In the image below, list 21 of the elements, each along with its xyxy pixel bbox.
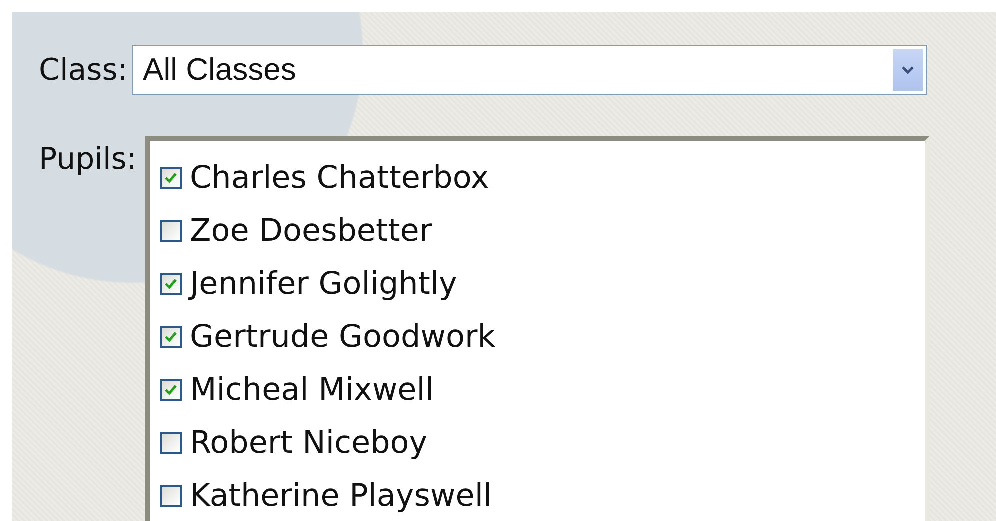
checkbox[interactable] (160, 326, 182, 348)
class-label: Class: (39, 52, 128, 88)
checkbox[interactable] (160, 378, 182, 400)
pupil-name[interactable]: Zoe Doesbetter (190, 212, 432, 248)
pupil-name[interactable]: Charles Chatterbox (190, 160, 490, 196)
class-dropdown[interactable]: All Classes (132, 45, 928, 95)
checkbox[interactable] (160, 220, 182, 242)
pupil-name[interactable]: Jennifer Golightly (190, 266, 458, 302)
checkbox[interactable] (160, 272, 182, 294)
checkbox[interactable] (160, 432, 182, 454)
pupil-name[interactable]: Micheal Mixwell (190, 372, 434, 408)
checkmark-icon (164, 330, 178, 342)
pupil-name[interactable]: Gertrude Goodwork (190, 318, 496, 354)
checkbox[interactable] (160, 484, 182, 506)
checkmark-icon (164, 172, 178, 184)
pupil-name[interactable]: Robert Niceboy (190, 424, 428, 460)
checkmark-icon (164, 278, 178, 290)
pupils-label: Pupils: (39, 142, 138, 177)
pupil-name[interactable]: Katherine Playswell (190, 478, 492, 514)
checkbox[interactable] (160, 166, 182, 188)
checkmark-icon (164, 384, 178, 396)
